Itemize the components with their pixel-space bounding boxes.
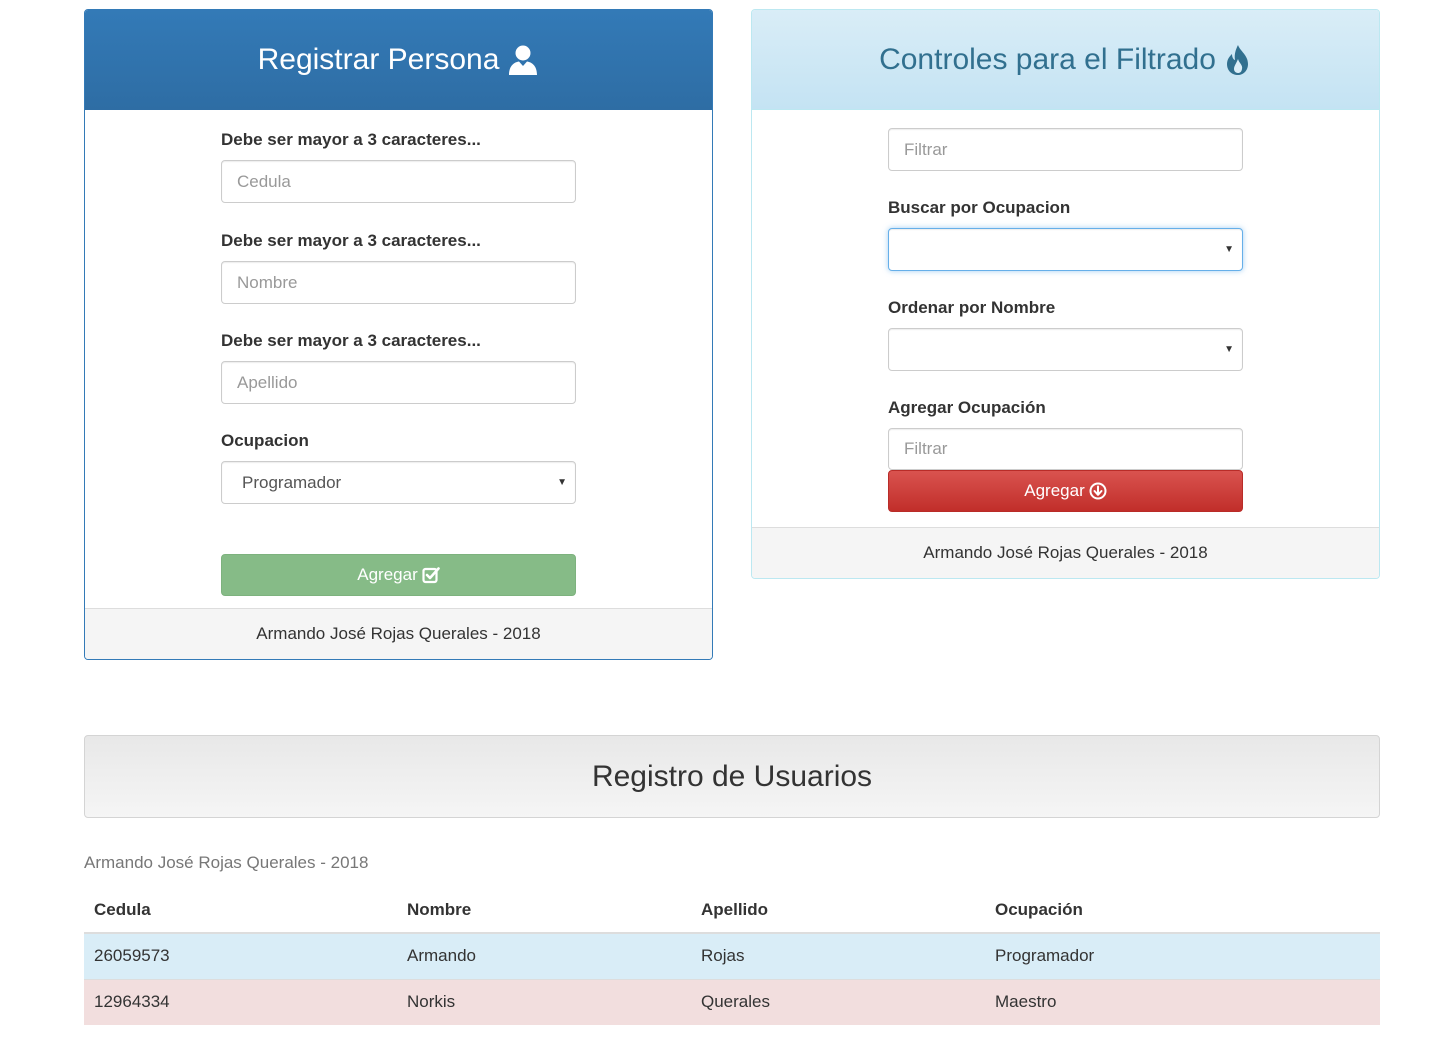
registry-caption: Armando José Rojas Querales - 2018 [84, 853, 369, 872]
caret-down-icon: ▼ [1224, 244, 1234, 255]
agregar-ocupacion-button[interactable]: Agregar [888, 470, 1243, 512]
table-header-row: Cedula Nombre Apellido Ocupación [84, 887, 1380, 934]
ordenar-nombre-select[interactable]: ▼ [888, 328, 1243, 371]
cell-apellido: Querales [691, 978, 985, 1025]
users-table: Cedula Nombre Apellido Ocupación 2605957… [84, 887, 1380, 1025]
register-person-panel: Registrar Persona Debe ser mayor a 3 car… [84, 9, 713, 660]
caret-down-icon: ▼ [1224, 344, 1234, 355]
cedula-hint: Debe ser mayor a 3 caracteres... [221, 130, 481, 149]
ocupacion-label: Ocupacion [221, 431, 309, 450]
register-submit-label: Agregar [357, 565, 418, 584]
table-row: 12964334 Norkis Querales Maestro [84, 978, 1380, 1025]
table-row: 26059573 Armando Rojas Programador [84, 932, 1380, 979]
filter-input[interactable]: Filtrar [888, 128, 1243, 171]
cell-nombre: Norkis [397, 978, 691, 1025]
agregar-ocupacion-input[interactable]: Filtrar [888, 428, 1243, 470]
buscar-ocupacion-select[interactable]: ▼ [888, 228, 1243, 271]
column-header-nombre: Nombre [397, 887, 691, 934]
apellido-hint: Debe ser mayor a 3 caracteres... [221, 331, 481, 350]
agregar-ocupacion-button-label: Agregar [1024, 481, 1085, 500]
cell-ocupacion: Maestro [985, 978, 1380, 1025]
ordenar-nombre-label: Ordenar por Nombre [888, 298, 1056, 317]
apellido-input[interactable]: Apellido [221, 361, 576, 404]
register-panel-heading: Registrar Persona [85, 10, 712, 110]
register-submit-button[interactable]: Agregar [221, 554, 576, 596]
register-panel-title: Registrar Persona [257, 43, 500, 76]
cedula-input[interactable]: Cedula [221, 160, 576, 203]
filter-panel-heading: Controles para el Filtrado [752, 10, 1379, 110]
cell-nombre: Armando [397, 932, 691, 979]
check-square-icon [422, 566, 440, 584]
buscar-ocupacion-label: Buscar por Ocupacion [888, 198, 1071, 217]
cell-apellido: Rojas [691, 932, 985, 979]
cell-cedula: 26059573 [84, 932, 397, 979]
column-header-ocupacion: Ocupación [985, 887, 1380, 934]
ocupacion-select[interactable]: Programador ▼ [221, 461, 576, 504]
nombre-input[interactable]: Nombre [221, 261, 576, 304]
cell-ocupacion: Programador [985, 932, 1380, 979]
arrow-circle-down-icon [1089, 482, 1107, 500]
caret-down-icon: ▼ [557, 477, 567, 488]
cell-cedula: 12964334 [84, 978, 397, 1025]
fire-icon [1224, 44, 1252, 76]
filter-panel-title: Controles para el Filtrado [879, 42, 1216, 76]
register-panel-footer: Armando José Rojas Querales - 2018 [85, 608, 712, 659]
register-form: Debe ser mayor a 3 caracteres... Cedula … [221, 110, 576, 596]
filter-controls-panel: Controles para el Filtrado Filtrar Busca… [751, 9, 1380, 579]
filter-form: Filtrar Buscar por Ocupacion ▼ Ordenar p… [888, 110, 1243, 512]
filter-panel-footer: Armando José Rojas Querales - 2018 [752, 527, 1379, 578]
nombre-hint: Debe ser mayor a 3 caracteres... [221, 231, 481, 250]
column-header-apellido: Apellido [691, 887, 985, 934]
registry-title: Registro de Usuarios [591, 759, 873, 793]
user-icon [507, 44, 539, 76]
agregar-ocupacion-label: Agregar Ocupación [888, 398, 1046, 417]
column-header-cedula: Cedula [84, 887, 397, 934]
ocupacion-select-value: Programador [242, 472, 342, 492]
registry-title-banner: Registro de Usuarios [84, 735, 1380, 818]
